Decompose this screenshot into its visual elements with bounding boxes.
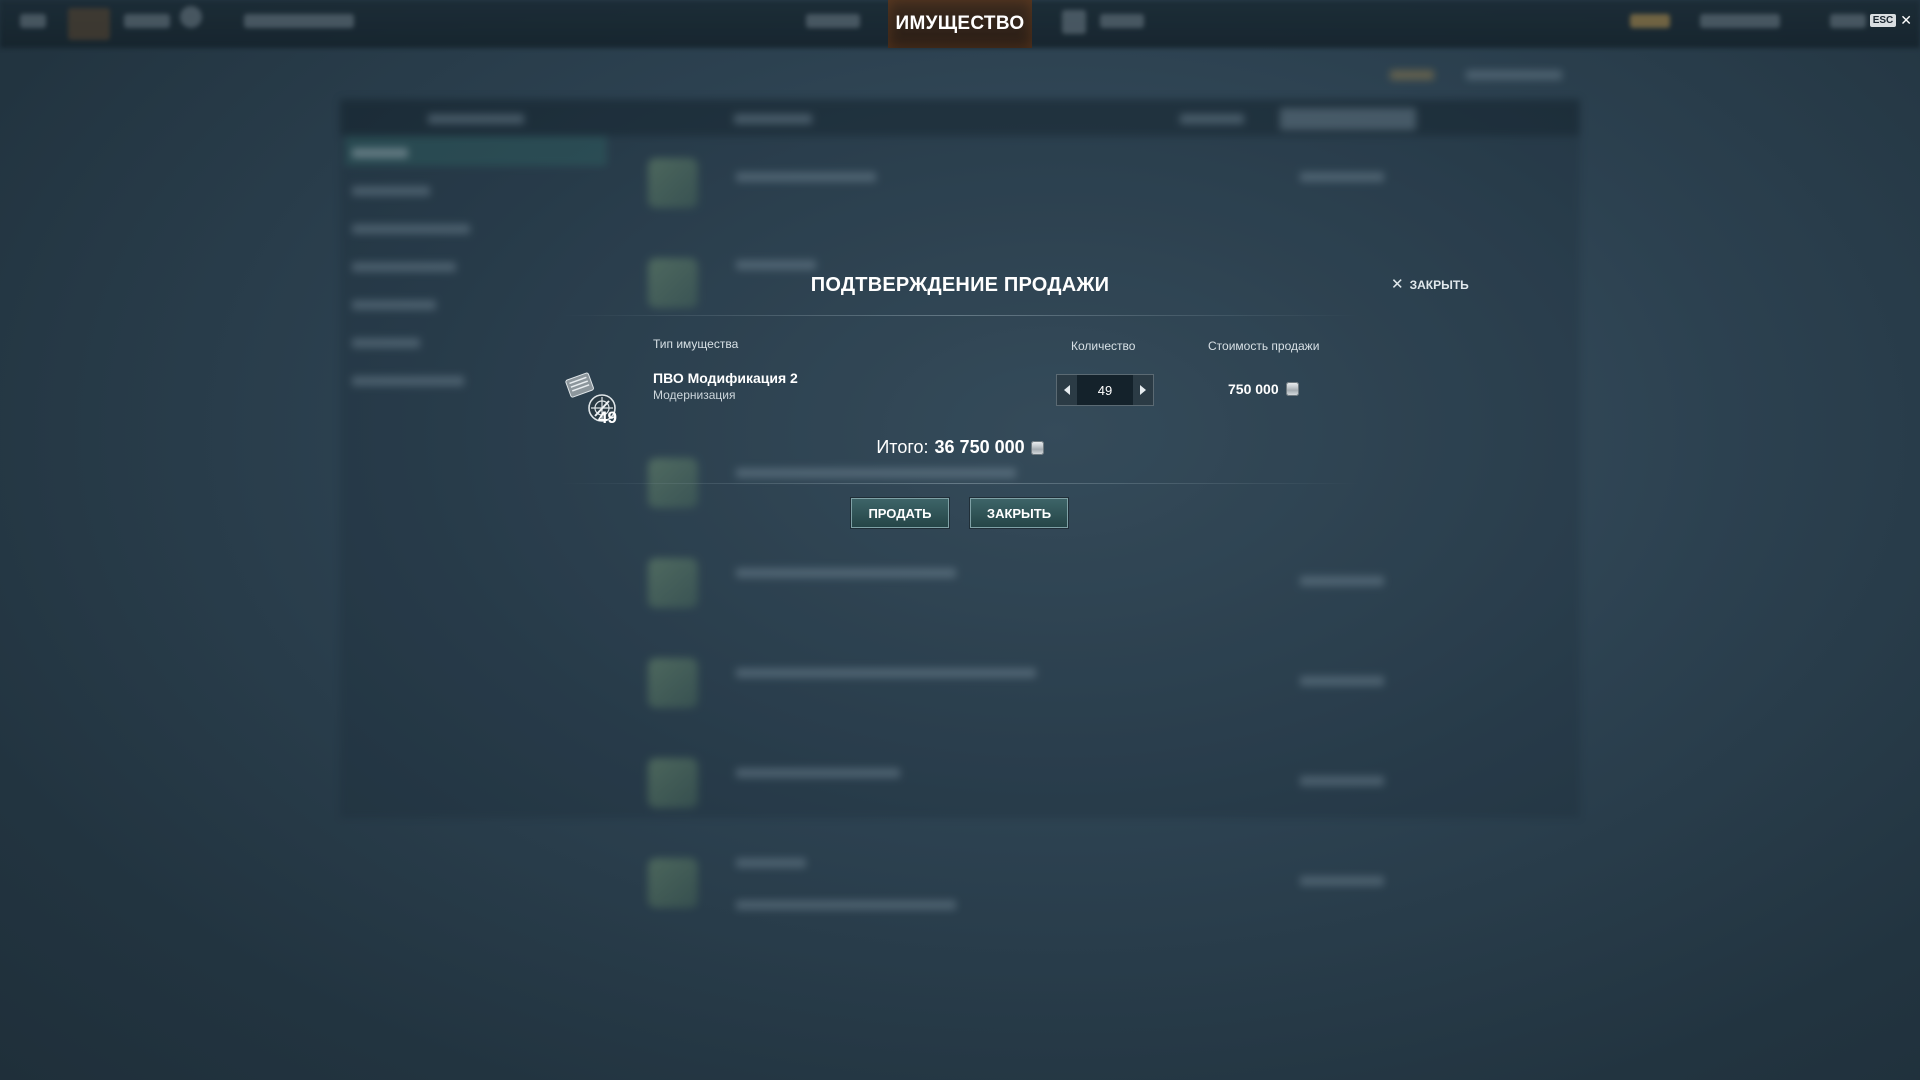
close-icon: ✕ <box>1391 276 1404 293</box>
quantity-input[interactable] <box>1077 375 1133 405</box>
credit-coin-icon <box>1030 440 1044 455</box>
sale-confirmation-dialog: ПОДТВЕРЖДЕНИЕ ПРОДАЖИ ✕ ЗАКРЫТЬ Тип имущ… <box>0 0 1920 1080</box>
quantity-stepper <box>1056 374 1154 406</box>
sell-button[interactable]: ПРОДАТЬ <box>851 498 949 528</box>
decrement-button[interactable] <box>1057 375 1077 405</box>
item-name: ПВО Модификация 2 <box>653 370 798 386</box>
increment-button[interactable] <box>1133 375 1153 405</box>
total-row: Итого: 36 750 000 <box>0 437 1920 458</box>
dialog-title: ПОДТВЕРЖДЕНИЕ ПРОДАЖИ <box>810 274 1110 296</box>
item-type: Модернизация <box>653 388 736 402</box>
owned-count: 49 <box>598 408 617 427</box>
close-button[interactable]: ЗАКРЫТЬ <box>970 498 1068 528</box>
divider-top <box>560 315 1360 316</box>
column-quantity: Количество <box>1071 339 1136 353</box>
close-link-label: ЗАКРЫТЬ <box>1409 278 1469 292</box>
total-label: Итого: <box>876 437 929 457</box>
arrow-right-icon <box>1140 385 1146 395</box>
unit-price: 750 000 <box>1228 381 1299 397</box>
credit-coin-icon <box>1285 382 1299 396</box>
total-value: 36 750 000 <box>934 437 1025 457</box>
divider-bottom <box>560 483 1360 484</box>
column-type: Тип имущества <box>653 337 739 351</box>
unit-price-value: 750 000 <box>1228 381 1279 397</box>
arrow-left-icon <box>1064 385 1070 395</box>
close-link[interactable]: ✕ ЗАКРЫТЬ <box>1391 276 1469 293</box>
column-price: Стоимость продажи <box>1208 339 1320 353</box>
